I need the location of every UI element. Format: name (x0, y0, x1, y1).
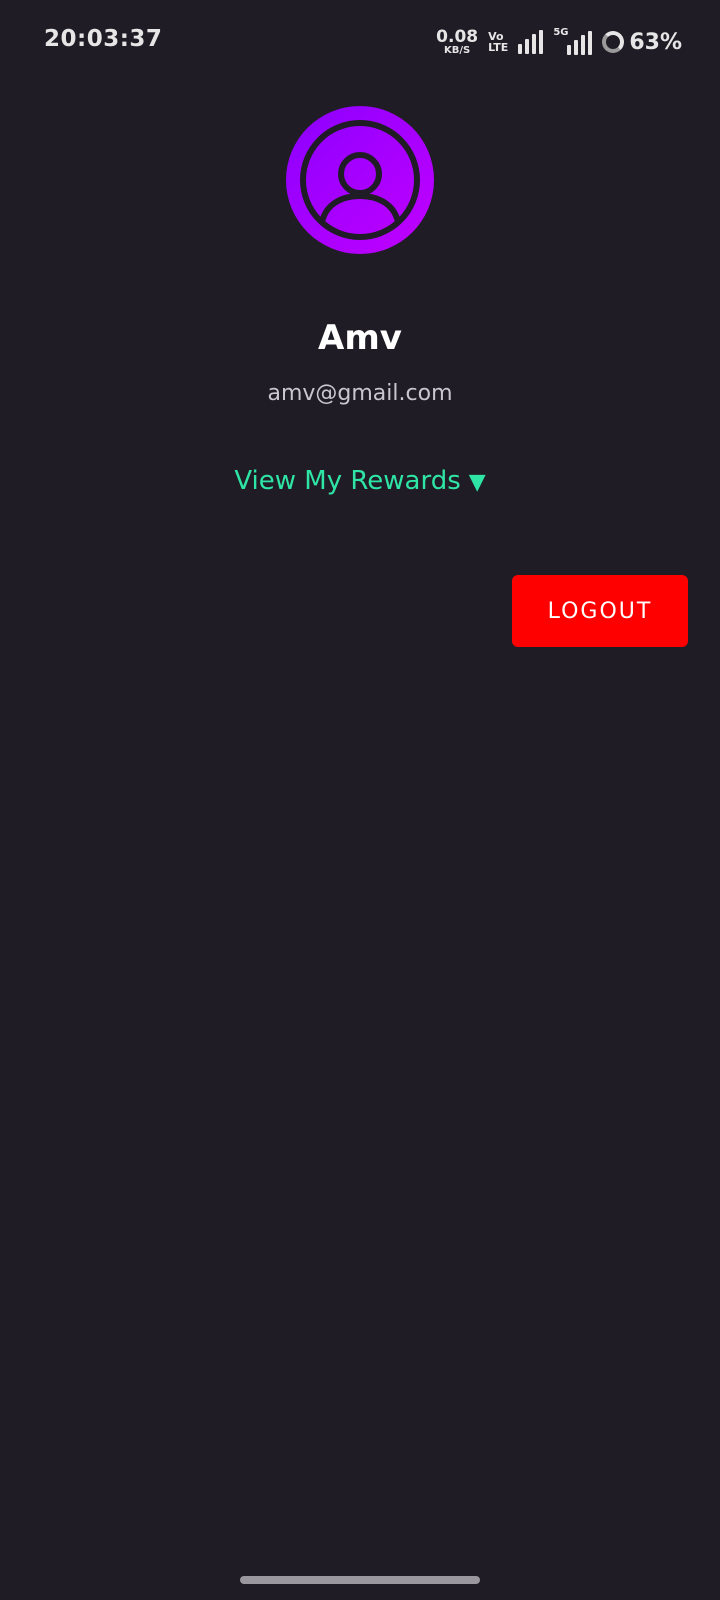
network-speed-value: 0.08 (436, 26, 479, 47)
network-speed-indicator: 0.08 KB/S (436, 26, 479, 56)
battery-percent: 63% (629, 29, 682, 55)
user-circle-icon (300, 120, 420, 240)
signal-strength-icon (518, 30, 544, 54)
network-speed-unit: KB/S (444, 44, 471, 56)
user-email: amv@gmail.com (267, 381, 453, 406)
user-name: Amv (318, 318, 402, 358)
avatar (286, 106, 434, 254)
volte-indicator: Vo LTE (488, 31, 508, 53)
logout-button[interactable]: LOGOUT (512, 575, 688, 647)
view-rewards-link[interactable]: View My Rewards ▼ (0, 466, 720, 496)
volte-bottom-label: LTE (488, 41, 509, 54)
battery-icon (602, 31, 625, 53)
home-indicator[interactable] (240, 1576, 480, 1584)
status-bar: 20:03:37 0.08 KB/S Vo LTE 5G 63% (0, 0, 720, 84)
network-5g-label: 5G (553, 27, 569, 38)
view-rewards-label: View My Rewards (234, 466, 461, 496)
battery-indicator: 63% (602, 30, 682, 55)
profile-screen: 20:03:37 0.08 KB/S Vo LTE 5G 63% Amv amv… (0, 0, 720, 1600)
signal-5g-icon: 5G (553, 27, 593, 55)
status-indicators: 0.08 KB/S Vo LTE 5G 63% (436, 24, 682, 60)
status-time: 20:03:37 (44, 26, 163, 52)
triangle-down-icon: ▼ (468, 470, 486, 495)
